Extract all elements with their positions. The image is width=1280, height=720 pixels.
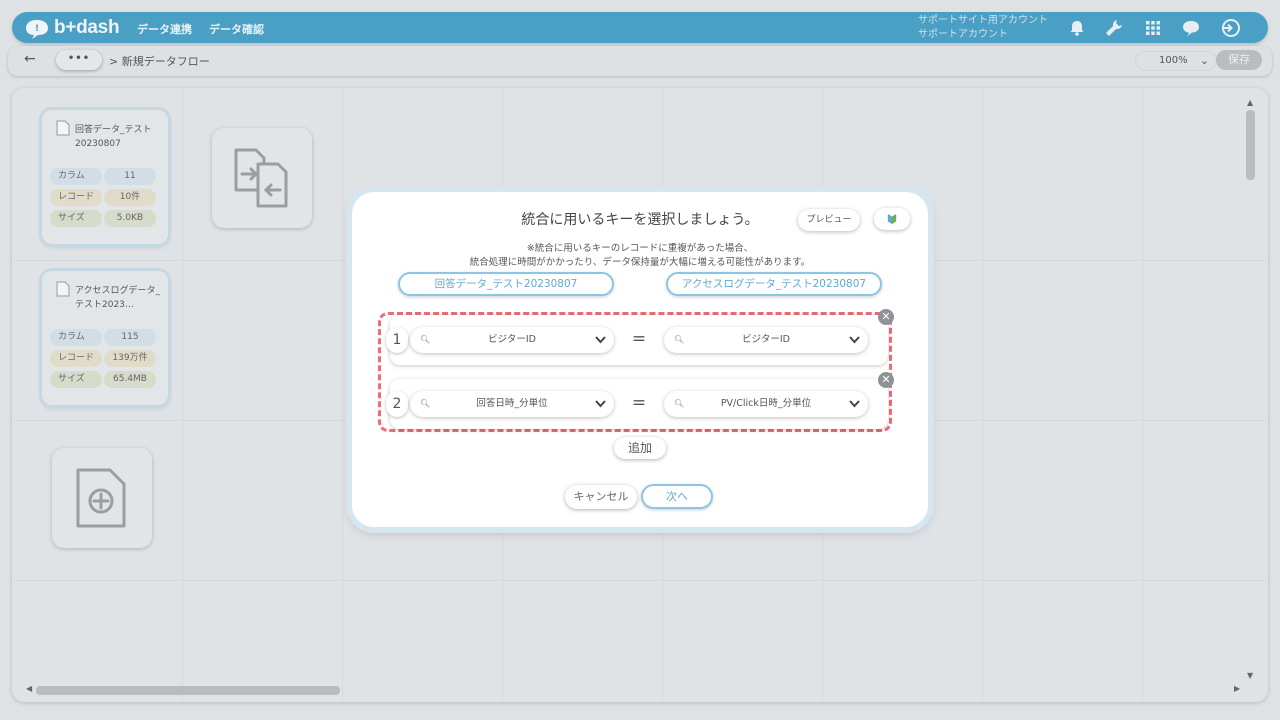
equals-sign: = (631, 329, 647, 349)
file-node-card[interactable]: 回答データ_テスト20230807 カラム 11 レコード 10件 サイズ 5.… (42, 110, 168, 244)
cancel-button[interactable]: キャンセル (565, 485, 637, 509)
svg-text:!: ! (35, 24, 39, 34)
grid-line (1142, 88, 1143, 702)
join-key-dialog: 統合に用いるキーを選択しましょう。 プレビュー ※統合に用いるキーのレコードに重… (352, 192, 928, 527)
chevron-down-icon (594, 391, 606, 419)
scroll-right-icon[interactable]: ▶ (1234, 684, 1240, 693)
logo-bubble-icon: ! (24, 18, 50, 39)
stat-value: 5.0KB (104, 210, 156, 227)
right-key-value: PV/Click日時_分単位 (720, 398, 812, 409)
chat-icon[interactable] (1180, 17, 1202, 39)
stat-value: 115 (104, 329, 156, 346)
left-key-value: 回答日時_分単位 (476, 398, 548, 409)
join-key-row: 2 🔍︎ 回答日時_分単位 = 🔍︎ PV/Click日時_分単位 (386, 379, 888, 429)
scroll-down-icon[interactable]: ▼ (1247, 671, 1253, 680)
zoom-value: 100% (1159, 55, 1188, 66)
stat-label: カラム (50, 329, 102, 346)
stat-value: 11 (104, 168, 156, 185)
scroll-left-icon[interactable]: ◀ (26, 684, 32, 693)
stat-row: カラム 11 (50, 168, 158, 185)
grid-line (342, 88, 343, 702)
merge-files-icon (234, 148, 288, 208)
remove-row-close-icon[interactable]: ✕ (878, 309, 894, 325)
right-key-select[interactable]: 🔍︎ ビジターID (664, 327, 868, 353)
join-key-row: 1 🔍︎ ビジターID = 🔍︎ ビジターID (386, 315, 888, 365)
stat-label: サイズ (50, 371, 102, 388)
document-icon (56, 120, 70, 136)
stat-row: レコード 10件 (50, 189, 158, 206)
zoom-select[interactable]: 100% ⌄ (1135, 51, 1217, 71)
search-icon: 🔍︎ (420, 399, 431, 408)
stat-row: サイズ 5.0KB (50, 210, 158, 227)
stat-row: レコード 139万件 (50, 350, 158, 367)
logo-text: b+dash (54, 17, 120, 38)
row-number: 1 (386, 327, 408, 353)
stat-label: サイズ (50, 210, 102, 227)
next-button[interactable]: 次へ (641, 484, 713, 509)
stat-value: 10件 (104, 189, 156, 206)
scroll-thumb[interactable] (1246, 110, 1255, 180)
chevron-down-icon: ⌄ (1199, 54, 1209, 67)
preview-button[interactable]: プレビュー (798, 209, 860, 231)
file-name: アクセスログデータ_テスト2023… (75, 286, 161, 310)
beginner-guide-button[interactable] (874, 208, 910, 230)
top-navigation-bar: ! b+dash データ連携 データ確認 サポートサイト用アカウント サポートア… (12, 12, 1268, 43)
nav-data-check[interactable]: データ確認 (209, 21, 264, 37)
breadcrumb: > 新規データフロー (109, 55, 210, 68)
wrench-icon[interactable] (1103, 17, 1125, 39)
bell-icon[interactable] (1066, 17, 1088, 39)
left-key-select[interactable]: 🔍︎ ビジターID (410, 327, 614, 353)
grid-line (12, 580, 1268, 581)
warning-note-line-1: ※統合に用いるキーのレコードに重複があった場合、 (526, 243, 754, 254)
right-key-value: ビジターID (742, 334, 790, 345)
app-logo[interactable]: ! b+dash (24, 16, 120, 40)
stat-value: 65.4MB (104, 371, 156, 388)
breadcrumb-bar: ← ••• > 新規データフロー 100% ⌄ 保存 (8, 46, 1272, 76)
warning-note-line-2: 統合処理に時間がかかったり、データ保持量が大幅に増える可能性があります。 (469, 257, 811, 268)
stat-value: 139万件 (104, 350, 156, 367)
logout-icon[interactable] (1219, 17, 1241, 39)
account-info[interactable]: サポートサイト用アカウント サポートアカウント (918, 14, 1048, 42)
file-name: 回答データ_テスト20230807 (75, 125, 152, 149)
grid-line (182, 88, 183, 702)
add-key-button[interactable]: 追加 (614, 437, 666, 459)
grid-icon[interactable] (1142, 17, 1164, 39)
left-key-select[interactable]: 🔍︎ 回答日時_分単位 (410, 391, 614, 417)
chevron-down-icon (848, 327, 860, 355)
beginner-mark-icon (887, 214, 897, 224)
merge-node-tile[interactable] (212, 128, 312, 228)
search-icon: 🔍︎ (674, 335, 685, 344)
more-menu-button[interactable]: ••• (56, 50, 102, 70)
stat-label: カラム (50, 168, 102, 185)
scroll-up-icon[interactable]: ▲ (1247, 98, 1253, 107)
stat-row: カラム 115 (50, 329, 158, 346)
vertical-scrollbar[interactable]: ▲ ▼ (1245, 98, 1257, 683)
stat-label: レコード (50, 189, 102, 206)
search-icon: 🔍︎ (674, 399, 685, 408)
chevron-down-icon (848, 391, 860, 419)
row-number: 2 (386, 391, 408, 417)
right-source-button[interactable]: アクセスログデータ_テスト20230807 (666, 272, 882, 296)
equals-sign: = (631, 393, 647, 413)
right-key-select[interactable]: 🔍︎ PV/Click日時_分単位 (664, 391, 868, 417)
account-sub: サポートアカウント (918, 29, 1008, 40)
chevron-down-icon (594, 327, 606, 355)
nav-data-integration[interactable]: データ連携 (137, 21, 192, 37)
document-icon (56, 281, 70, 297)
add-file-node-tile[interactable] (52, 448, 152, 548)
left-key-value: ビジターID (488, 334, 536, 345)
search-icon: 🔍︎ (420, 335, 431, 344)
stat-label: レコード (50, 350, 102, 367)
scroll-thumb[interactable] (36, 686, 340, 695)
grid-line (982, 88, 983, 702)
horizontal-scrollbar[interactable]: ◀ ▶ (24, 684, 1244, 696)
add-file-icon (76, 468, 126, 528)
back-arrow-icon[interactable]: ← (24, 51, 36, 67)
account-name: サポートサイト用アカウント (918, 15, 1048, 26)
save-button[interactable]: 保存 (1216, 50, 1262, 70)
file-node-card[interactable]: アクセスログデータ_テスト2023… カラム 115 レコード 139万件 サイ… (42, 271, 168, 405)
remove-row-close-icon[interactable]: ✕ (878, 372, 894, 388)
stat-row: サイズ 65.4MB (50, 371, 158, 388)
left-source-button[interactable]: 回答データ_テスト20230807 (398, 272, 614, 296)
